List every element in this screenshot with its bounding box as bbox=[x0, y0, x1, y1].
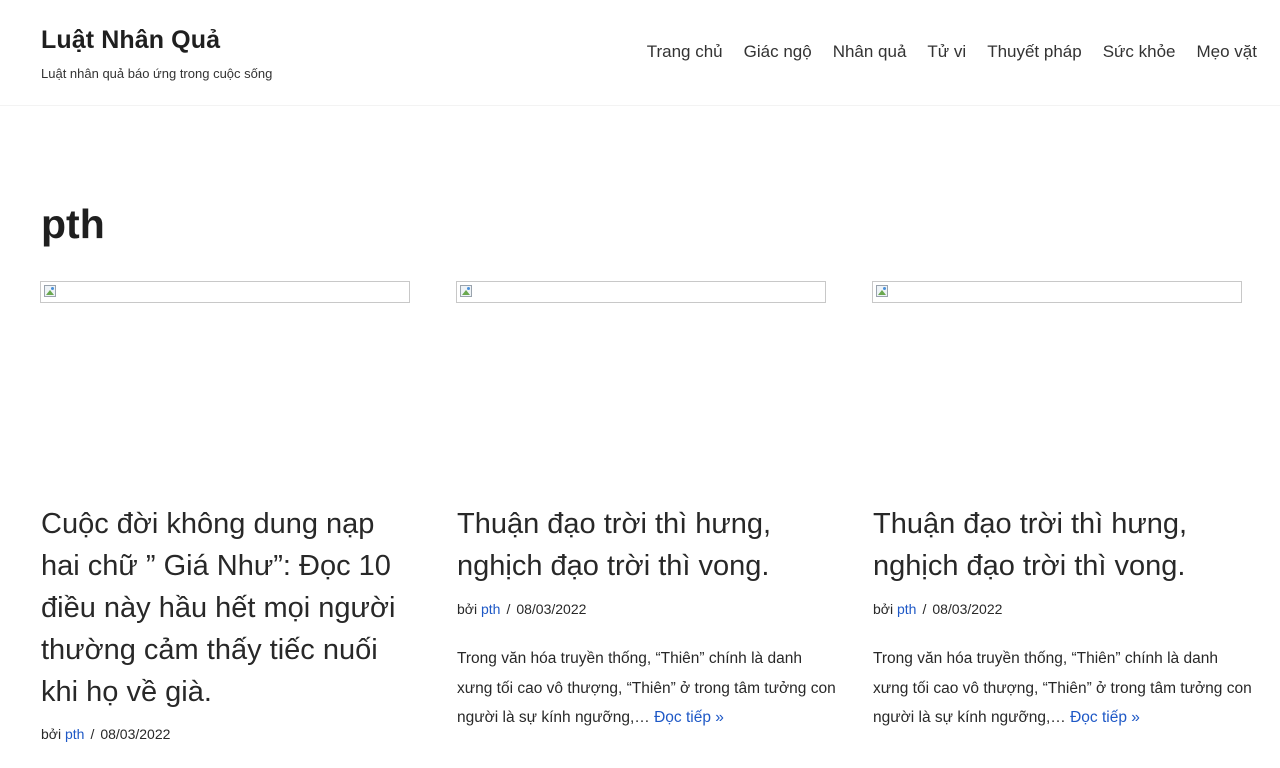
post-date: 08/03/2022 bbox=[932, 601, 1003, 617]
author-link[interactable]: pth bbox=[481, 601, 500, 617]
post-date: 08/03/2022 bbox=[100, 726, 171, 742]
post-title[interactable]: Thuận đạo trời thì hưng, nghịch đạo trời… bbox=[457, 503, 829, 587]
post-thumbnail[interactable] bbox=[872, 281, 1242, 303]
post-excerpt: Trong văn hóa truyền thống, “Thiên” chín… bbox=[873, 644, 1257, 733]
site-header: Luật Nhân Quả Luật nhân quả báo ứng tron… bbox=[0, 0, 1280, 106]
meta-by: bởi bbox=[873, 601, 894, 617]
post-title[interactable]: Thuận đạo trời thì hưng, nghịch đạo trời… bbox=[873, 503, 1257, 587]
post-thumbnail[interactable] bbox=[40, 281, 410, 303]
post-card: Cuộc đời không dung nạp hai chữ ” Giá Nh… bbox=[40, 281, 410, 742]
post-card: Thuận đạo trời thì hưng, nghịch đạo trời… bbox=[456, 281, 836, 726]
nav-item-trang-chu[interactable]: Trang chủ bbox=[647, 42, 723, 62]
read-more-link[interactable]: Đọc tiếp » bbox=[654, 709, 724, 726]
meta-by: bởi bbox=[457, 601, 478, 617]
nav-item-nhan-qua[interactable]: Nhân quả bbox=[833, 42, 907, 62]
meta-separator: / bbox=[90, 726, 95, 742]
site-tagline: Luật nhân quả báo ứng trong cuộc sống bbox=[41, 66, 273, 81]
post-title[interactable]: Cuộc đời không dung nạp hai chữ ” Giá Nh… bbox=[41, 503, 413, 713]
post-date: 08/03/2022 bbox=[516, 601, 587, 617]
meta-by: bởi bbox=[41, 726, 62, 742]
post-meta: bởi pth / 08/03/2022 bbox=[457, 601, 586, 617]
read-more-link[interactable]: Đọc tiếp » bbox=[1070, 709, 1140, 726]
meta-separator: / bbox=[506, 601, 511, 617]
nav-item-suc-khoe[interactable]: Sức khỏe bbox=[1103, 42, 1176, 62]
page-title: pth bbox=[41, 201, 105, 247]
author-link[interactable]: pth bbox=[65, 726, 84, 742]
excerpt-text: Trong văn hóa truyền thống, “Thiên” chín… bbox=[457, 650, 836, 726]
excerpt-text: Trong văn hóa truyền thống, “Thiên” chín… bbox=[873, 650, 1252, 726]
post-excerpt: Trong văn hóa truyền thống, “Thiên” chín… bbox=[457, 644, 841, 733]
post-meta: bởi pth / 08/03/2022 bbox=[873, 601, 1002, 617]
broken-image-icon bbox=[44, 285, 56, 297]
nav-item-giac-ngo[interactable]: Giác ngộ bbox=[744, 42, 812, 62]
broken-image-icon bbox=[876, 285, 888, 297]
main-nav: Trang chủ Giác ngộ Nhân quả Tử vi Thuyết… bbox=[647, 42, 1257, 62]
post-meta: bởi pth / 08/03/2022 bbox=[41, 726, 170, 742]
post-thumbnail[interactable] bbox=[456, 281, 826, 303]
post-card: Thuận đạo trời thì hưng, nghịch đạo trời… bbox=[872, 281, 1256, 726]
author-link[interactable]: pth bbox=[897, 601, 916, 617]
meta-separator: / bbox=[922, 601, 927, 617]
site-title[interactable]: Luật Nhân Quả bbox=[41, 26, 220, 55]
nav-item-thuyet-phap[interactable]: Thuyết pháp bbox=[987, 42, 1082, 62]
broken-image-icon bbox=[460, 285, 472, 297]
nav-item-tu-vi[interactable]: Tử vi bbox=[927, 42, 966, 62]
nav-item-meo-vat[interactable]: Mẹo vặt bbox=[1197, 42, 1257, 62]
